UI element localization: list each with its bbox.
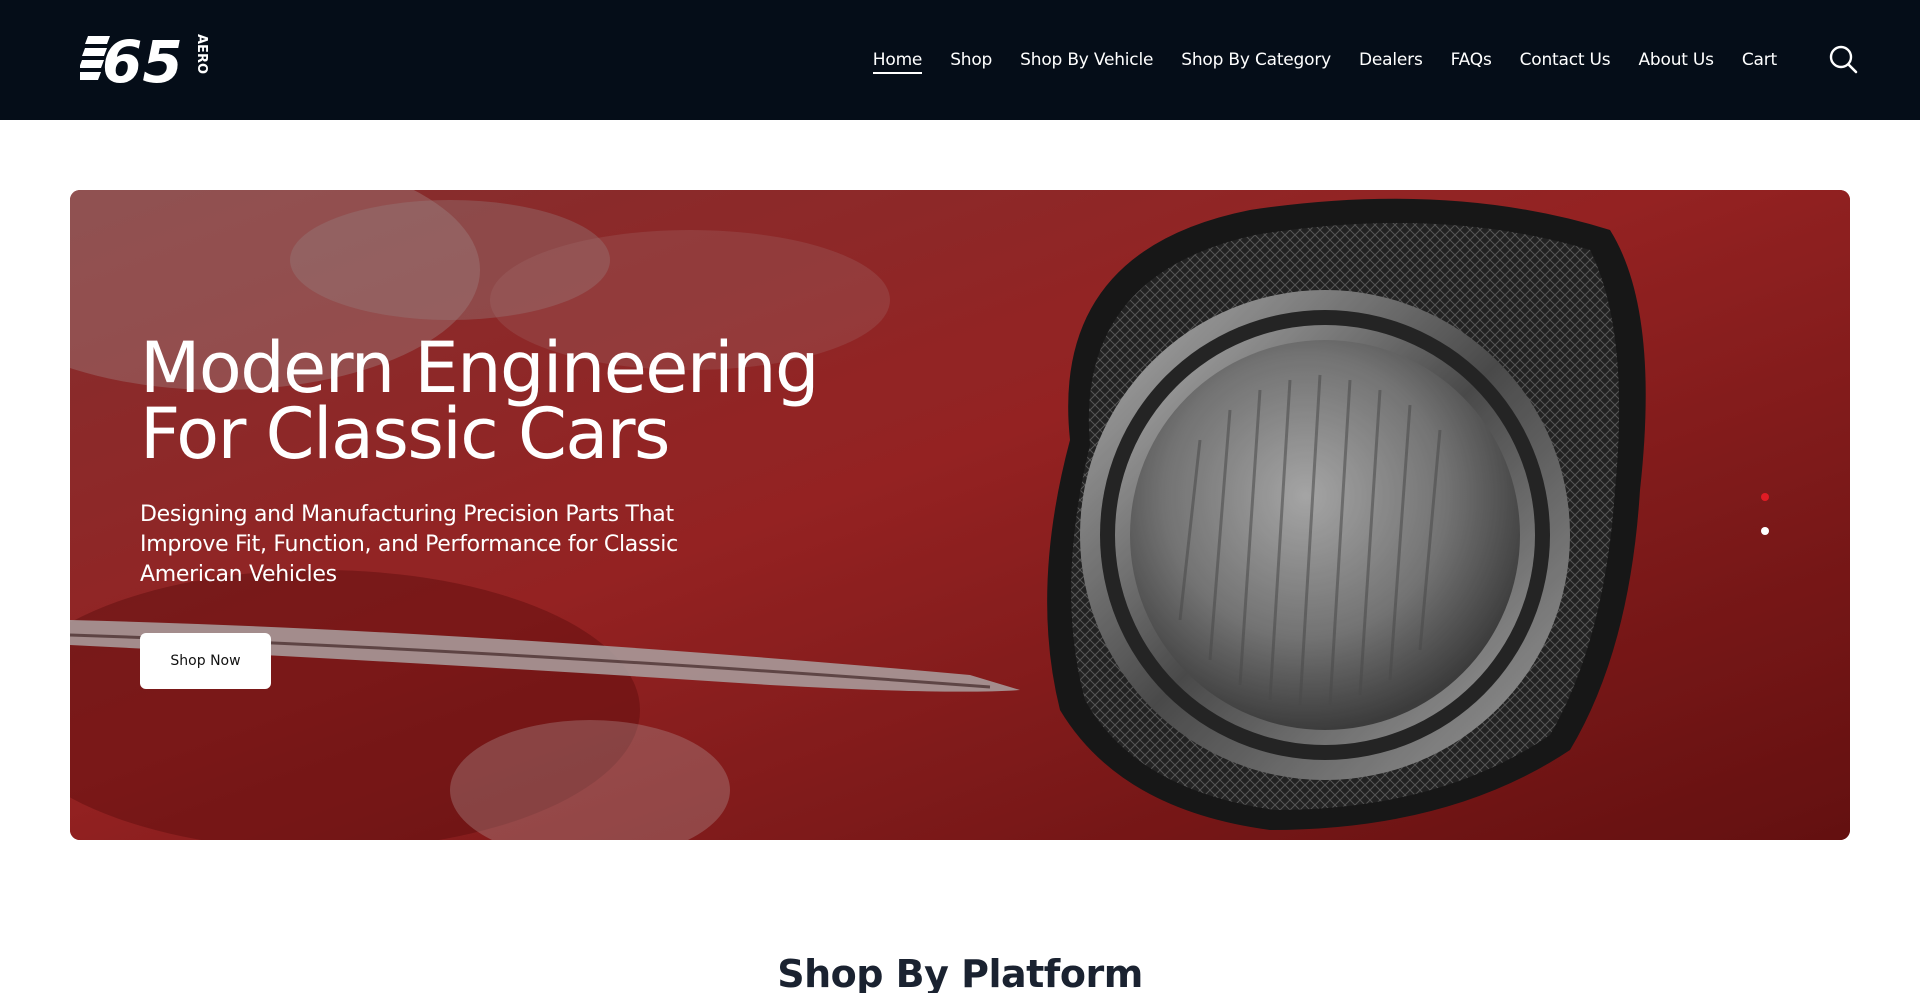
nav-shop-by-vehicle[interactable]: Shop By Vehicle	[1020, 0, 1153, 120]
search-icon[interactable]	[1828, 44, 1858, 74]
nav-cart[interactable]: Cart	[1742, 0, 1777, 120]
nav-faqs[interactable]: FAQs	[1451, 0, 1492, 120]
shop-now-button[interactable]: Shop Now	[140, 633, 271, 689]
nav-dealers[interactable]: Dealers	[1359, 0, 1423, 120]
hero-slider: Modern Engineering For Classic Cars Desi…	[70, 190, 1850, 840]
slide-dot-2[interactable]	[1761, 527, 1769, 535]
hero-title-line-2: For Classic Cars	[140, 393, 671, 475]
brand-logo[interactable]: 65 AERO	[80, 30, 210, 90]
nav-shop-by-category[interactable]: Shop By Category	[1181, 0, 1331, 120]
nav-home[interactable]: Home	[872, 0, 923, 120]
shop-by-platform-heading: Shop By Platform	[777, 952, 1143, 993]
main-nav: Home Shop Shop By Vehicle Shop By Catego…	[872, 0, 1777, 120]
logo-text: 65	[102, 30, 183, 90]
nav-shop[interactable]: Shop	[950, 0, 992, 120]
logo-side-text: AERO	[194, 34, 209, 74]
nav-about-us[interactable]: About Us	[1638, 0, 1714, 120]
site-header: 65 AERO Home Shop Shop By Vehicle Shop B…	[0, 0, 1920, 120]
nav-contact-us[interactable]: Contact Us	[1520, 0, 1611, 120]
slide-dot-1[interactable]	[1761, 493, 1769, 501]
hero-title: Modern Engineering For Classic Cars	[140, 333, 860, 469]
hero-subtitle: Designing and Manufacturing Precision Pa…	[140, 502, 678, 587]
